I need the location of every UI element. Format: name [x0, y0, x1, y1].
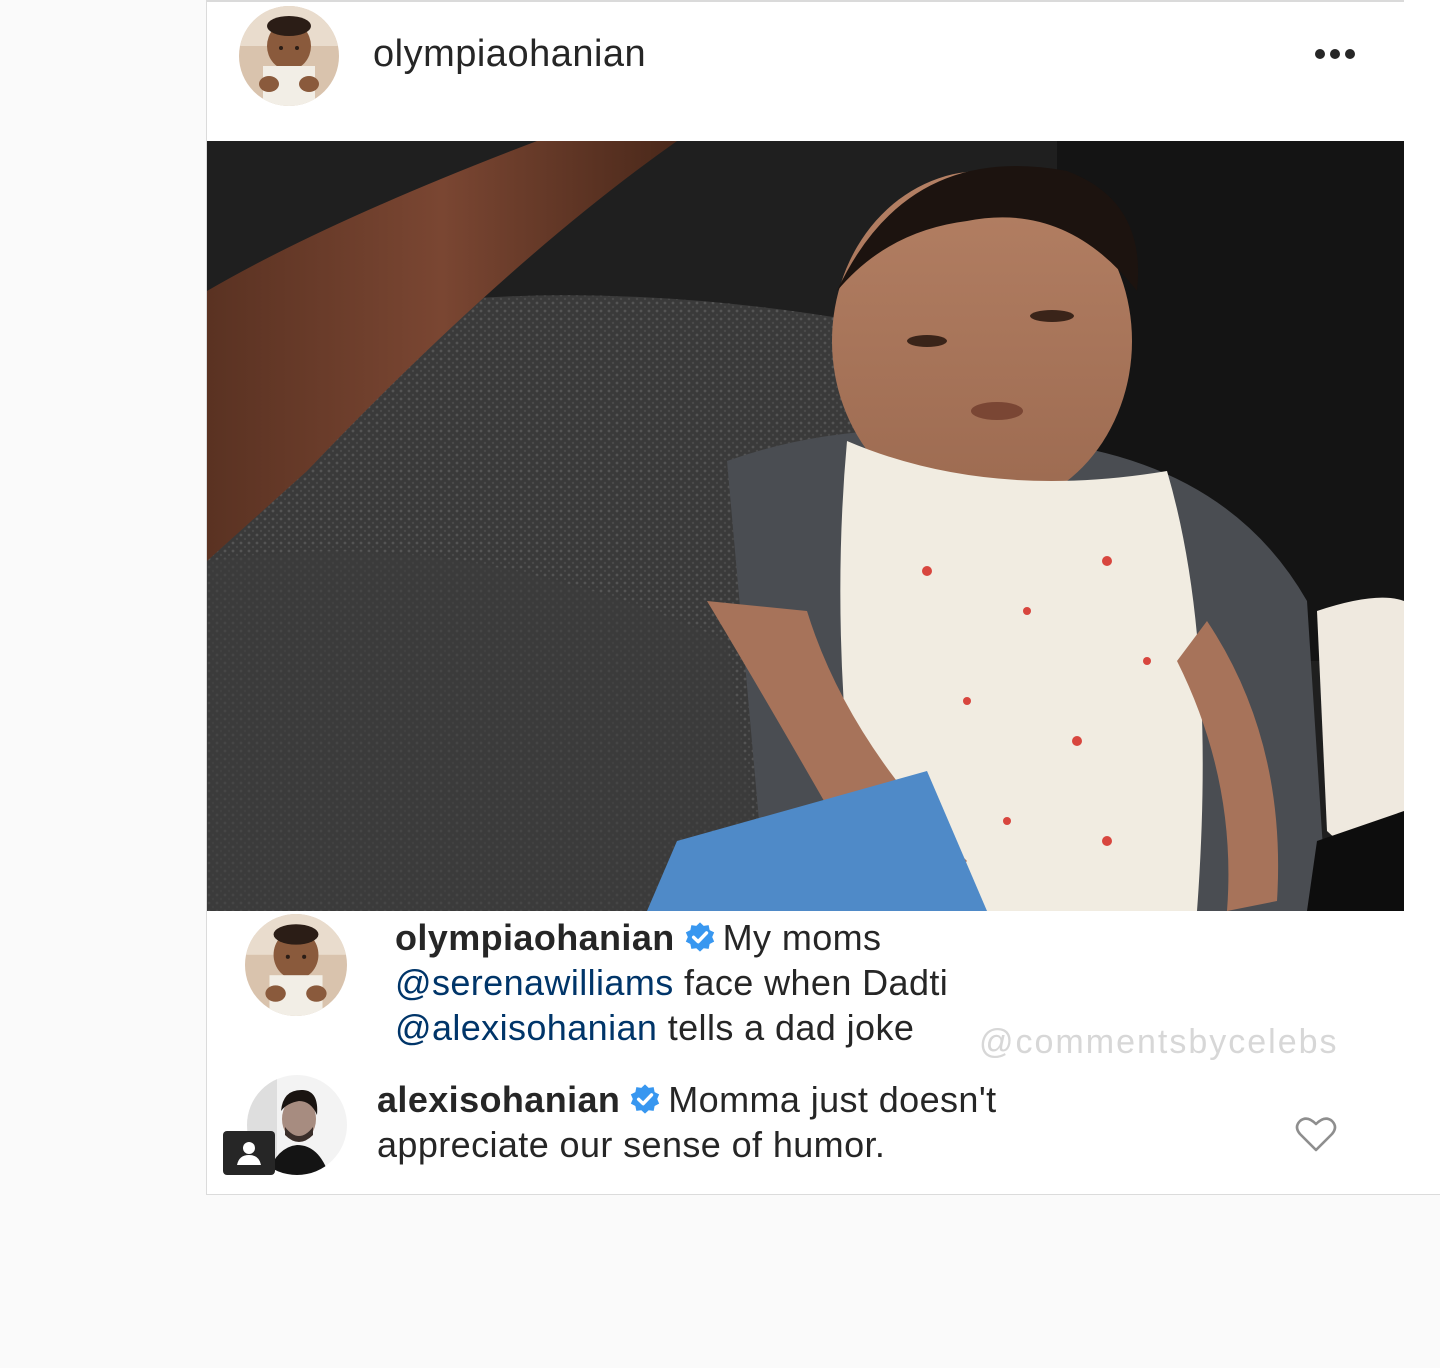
comment-username[interactable]: alexisohanian	[377, 1079, 620, 1120]
verified-badge-icon	[628, 1083, 662, 1117]
caption-author-avatar[interactable]	[245, 914, 347, 1016]
watermark: @commentsbycelebs	[979, 1023, 1339, 1061]
caption-text: olympiaohanian My moms @serenawilliams fac…	[395, 915, 1035, 1050]
caption-text-3: tells a dad joke	[667, 1007, 915, 1048]
comment: alexisohanian Momma just doesn't appreciat…	[207, 1071, 1440, 1191]
comment-text-2: appreciate our sense of humor.	[377, 1124, 886, 1165]
more-horizontal-icon[interactable]	[1313, 44, 1357, 64]
mention-alexisohanian[interactable]: @alexisohanian	[395, 1007, 657, 1048]
verified-badge-icon	[683, 921, 717, 955]
mention-serenawilliams[interactable]: @serenawilliams	[395, 962, 674, 1003]
caption-username[interactable]: olympiaohanian	[395, 917, 675, 958]
post-photo[interactable]	[207, 141, 1404, 911]
baby-avatar-image	[245, 914, 347, 1016]
heart-icon[interactable]	[1295, 1115, 1337, 1153]
comment-text: alexisohanian Momma just doesn't appreciat…	[377, 1077, 1137, 1167]
author-username[interactable]: olympiaohanian	[373, 33, 646, 76]
author-avatar[interactable]	[239, 6, 339, 106]
caption-text-2: face when Dadti	[684, 962, 949, 1003]
comment-text-1: Momma just doesn't	[668, 1079, 997, 1120]
caption-text-1: My moms	[722, 917, 882, 958]
caption: olympiaohanian My moms @serenawilliams fac…	[207, 911, 1440, 1071]
baby-photo-image	[207, 141, 1404, 911]
post-header: olympiaohanian	[207, 0, 1404, 141]
user-tag-icon[interactable]	[223, 1131, 275, 1175]
post-card: olympiaohanian olympiaohanian My moms @s…	[206, 0, 1440, 1195]
baby-avatar-image	[239, 6, 339, 106]
